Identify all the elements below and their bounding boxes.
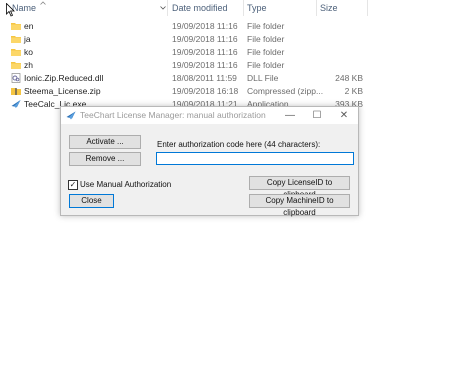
manual-authorization-checkbox[interactable]: ✓ bbox=[68, 180, 78, 190]
file-date: 18/08/2011 11:59 bbox=[172, 73, 237, 83]
list-item[interactable]: zh 19/09/2018 11:16 File folder bbox=[0, 59, 474, 72]
list-item[interactable]: ja 19/09/2018 11:16 File folder bbox=[0, 33, 474, 46]
zip-file-icon bbox=[11, 88, 21, 95]
file-date: 19/09/2018 11:16 bbox=[172, 47, 238, 57]
file-name: Ionic.Zip.Reduced.dll bbox=[24, 73, 104, 83]
chevron-down-icon[interactable] bbox=[160, 6, 166, 10]
copy-license-id-button[interactable]: Copy LicenseID to clipboard bbox=[249, 176, 350, 199]
close-window-button[interactable]: ✕ bbox=[330, 107, 358, 124]
column-divider[interactable] bbox=[243, 0, 244, 16]
file-name: zh bbox=[24, 60, 33, 70]
file-name: Steema_License.zip bbox=[24, 86, 101, 96]
list-item[interactable]: Steema_License.zip 19/09/2018 16:18 Comp… bbox=[0, 85, 474, 98]
file-type: File folder bbox=[247, 34, 285, 44]
file-date: 19/09/2018 16:18 bbox=[172, 86, 239, 96]
folder-icon bbox=[11, 36, 21, 43]
maximize-button[interactable]: ☐ bbox=[303, 107, 331, 124]
column-date-modified[interactable]: Date modified bbox=[172, 2, 228, 15]
file-type: File folder bbox=[247, 21, 285, 31]
file-date: 19/09/2018 11:16 bbox=[172, 21, 238, 31]
list-item[interactable]: Ionic.Zip.Reduced.dll 18/08/2011 11:59 D… bbox=[0, 72, 474, 85]
dll-file-icon bbox=[11, 73, 21, 83]
dialog-title-bar[interactable]: TeeChart License Manager: manual authori… bbox=[61, 107, 358, 124]
authorization-code-label: Enter authorization code here (44 charac… bbox=[157, 140, 321, 149]
license-manager-dialog: TeeChart License Manager: manual authori… bbox=[60, 106, 359, 217]
file-name: ko bbox=[24, 47, 33, 57]
mouse-cursor-icon bbox=[6, 3, 15, 17]
manual-authorization-label: Use Manual Authorization bbox=[80, 180, 172, 189]
file-type: File folder bbox=[247, 60, 285, 70]
column-header-bar: Name Date modified Type Size bbox=[0, 0, 474, 17]
file-size: 248 KB bbox=[335, 73, 363, 83]
minimize-button[interactable]: — bbox=[276, 107, 304, 124]
list-item[interactable]: ko 19/09/2018 11:16 File folder bbox=[0, 46, 474, 59]
app-exe-icon bbox=[11, 100, 21, 108]
authorization-code-input[interactable] bbox=[156, 152, 354, 165]
list-item[interactable]: en 19/09/2018 11:16 File folder bbox=[0, 20, 474, 33]
teechart-app-icon bbox=[66, 111, 76, 120]
file-type: Compressed (zipp... bbox=[247, 86, 324, 96]
column-size[interactable]: Size bbox=[320, 2, 338, 15]
folder-icon bbox=[11, 49, 21, 56]
copy-machine-id-button[interactable]: Copy MachineID to clipboard bbox=[249, 194, 350, 217]
file-type: DLL File bbox=[247, 73, 279, 83]
column-type[interactable]: Type bbox=[247, 2, 267, 15]
file-size: 2 KB bbox=[344, 86, 363, 96]
folder-icon bbox=[11, 23, 21, 30]
sort-chevron-icon bbox=[40, 1, 46, 5]
column-divider[interactable] bbox=[367, 0, 368, 16]
file-name: ja bbox=[24, 34, 31, 44]
close-button[interactable]: Close bbox=[69, 194, 114, 208]
file-type: File folder bbox=[247, 47, 285, 57]
folder-icon bbox=[11, 62, 21, 69]
dialog-title: TeeChart License Manager: manual authori… bbox=[80, 110, 266, 120]
column-divider[interactable] bbox=[316, 0, 317, 16]
file-date: 19/09/2018 11:16 bbox=[172, 60, 238, 70]
file-date: 19/09/2018 11:16 bbox=[172, 34, 238, 44]
remove-button[interactable]: Remove ... bbox=[69, 152, 141, 166]
column-name[interactable]: Name bbox=[12, 2, 36, 15]
column-divider[interactable] bbox=[167, 0, 168, 16]
activate-button[interactable]: Activate ... bbox=[69, 135, 141, 149]
file-name: en bbox=[24, 21, 34, 31]
